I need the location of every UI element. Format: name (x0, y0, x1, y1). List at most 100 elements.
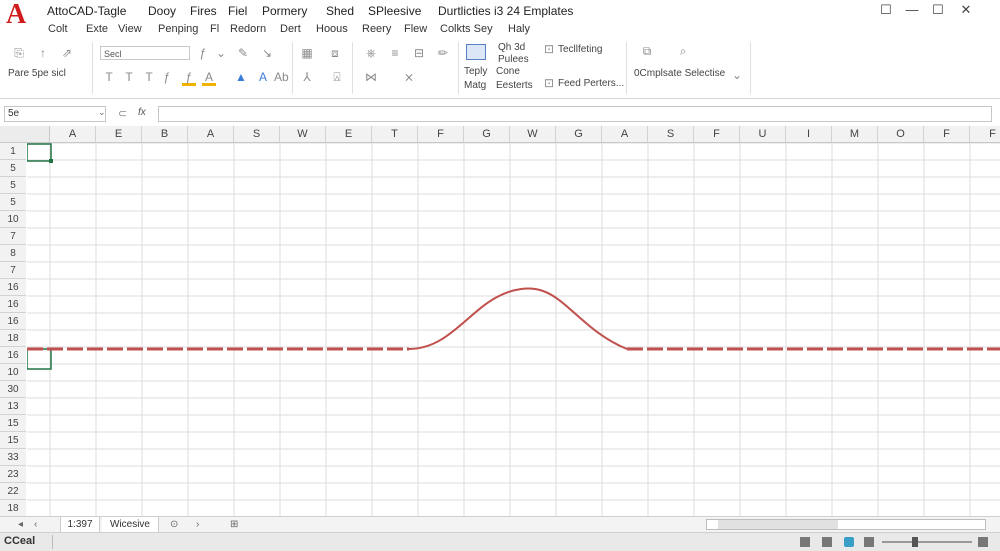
menu-item-fiel[interactable]: Fiel (228, 4, 247, 18)
row-header[interactable]: 10 (0, 364, 26, 381)
complete-selective-dropdown[interactable]: 0Cmplsate Selectise (634, 68, 725, 79)
zoom-slider-handle[interactable] (912, 537, 918, 547)
prev-sheet-icon[interactable]: ‹ (34, 517, 37, 532)
sheet-options-icon[interactable]: ⊞ (230, 517, 238, 532)
column-header[interactable]: S (648, 126, 694, 143)
bold-icon[interactable]: T (102, 70, 116, 84)
first-sheet-icon[interactable]: ◂ (18, 517, 23, 532)
close-button[interactable]: ✕ (958, 2, 974, 18)
upload-icon[interactable]: ↑ (36, 46, 50, 60)
scrollbar-thumb[interactable] (718, 520, 838, 529)
column-header[interactable]: O (878, 126, 924, 143)
column-header[interactable]: A (50, 126, 96, 143)
chevron-down-icon[interactable]: ⌄ (730, 68, 744, 82)
style-label-teply[interactable]: Teply (464, 66, 487, 77)
eesterts-label[interactable]: Eesterts (496, 80, 533, 91)
menu-item-templates[interactable]: Durtlicties i3 24 Emplates (438, 4, 573, 18)
sheet-tab-1[interactable]: 1:397 (60, 517, 100, 532)
menu-item-colkts-sey[interactable]: Colkts Sey (440, 23, 493, 35)
normal-view-icon[interactable] (800, 537, 810, 547)
strike-icon[interactable]: ƒ (160, 70, 174, 84)
text-icon[interactable]: A (256, 70, 270, 84)
menu-item-view[interactable]: View (118, 23, 142, 35)
menu-item-reery[interactable]: Reery (362, 23, 391, 35)
highlight-color-icon[interactable]: ƒ (182, 70, 196, 86)
row-header[interactable]: 7 (0, 262, 26, 279)
page-layout-icon[interactable] (822, 537, 832, 547)
chevron-down-icon[interactable]: ⌄ (98, 107, 106, 118)
cone-label[interactable]: Cone (496, 66, 520, 77)
menu-item-shed[interactable]: Shed (326, 4, 354, 18)
row-header[interactable]: 10 (0, 211, 26, 228)
add-sheet-icon[interactable]: ⊙ (170, 517, 178, 532)
feed-perters-label[interactable]: Feed Perters... (558, 78, 624, 89)
column-header[interactable]: A (188, 126, 234, 143)
font-size-icon[interactable]: ƒ (196, 46, 210, 60)
formula-input[interactable] (158, 106, 992, 122)
layout-icon[interactable]: ⧈ (328, 46, 342, 60)
align-icon[interactable]: ▲ (234, 70, 248, 84)
menu-item-redorn[interactable]: Redorn (230, 23, 266, 35)
name-box[interactable]: 5e (4, 106, 106, 122)
row-header[interactable]: 18 (0, 500, 26, 517)
tecllfeting-label[interactable]: Tecllfeting (558, 44, 602, 55)
rows-icon[interactable]: ⊟ (412, 46, 426, 60)
column-header[interactable]: F (694, 126, 740, 143)
format-icon[interactable]: ⍓ (330, 70, 344, 84)
row-header[interactable]: 18 (0, 330, 26, 347)
zoom-in-icon[interactable] (978, 537, 988, 547)
column-header[interactable]: U (740, 126, 786, 143)
row-header[interactable]: 15 (0, 415, 26, 432)
row-header[interactable]: 5 (0, 177, 26, 194)
row-header[interactable]: 30 (0, 381, 26, 398)
pulees-label[interactable]: Pulees (498, 54, 529, 65)
row-header[interactable]: 16 (0, 347, 26, 364)
row-header[interactable]: 23 (0, 466, 26, 483)
transform-icon[interactable]: ⨯ (402, 70, 416, 84)
style-label-matg[interactable]: Matg (464, 80, 486, 91)
function-icon[interactable]: fx (138, 107, 146, 118)
menu-item-fl[interactable]: Fl (210, 23, 219, 35)
search-icon[interactable]: ⌕ (676, 44, 690, 58)
next-sheet-icon[interactable]: › (196, 517, 199, 532)
menu-item-colt[interactable]: Colt (48, 23, 68, 35)
zoom-slider[interactable] (882, 541, 972, 543)
checklist-icon[interactable]: ⊡ (542, 42, 556, 56)
align-justify-icon[interactable]: ≡ (388, 46, 402, 60)
menu-item-flew[interactable]: Flew (404, 23, 427, 35)
row-header[interactable]: 5 (0, 160, 26, 177)
paste-special-label[interactable]: Pare 5pe sicl (8, 68, 66, 79)
column-header[interactable]: S (234, 126, 280, 143)
pen-icon[interactable]: ✏ (436, 46, 450, 60)
column-header[interactable]: G (556, 126, 602, 143)
row-header[interactable]: 13 (0, 398, 26, 415)
copy-icon[interactable]: ⧉ (640, 44, 654, 58)
align-left-icon[interactable]: ⎈ (364, 46, 378, 60)
column-header[interactable]: B (142, 126, 188, 143)
column-header[interactable]: M (832, 126, 878, 143)
menu-item-spleesive[interactable]: SPleesive (368, 4, 421, 18)
row-header[interactable]: 22 (0, 483, 26, 500)
column-header[interactable]: T (372, 126, 418, 143)
menu-item-dert[interactable]: Dert (280, 23, 301, 35)
qh-label[interactable]: Qh 3d (498, 42, 525, 53)
share-icon[interactable]: ⇗ (60, 46, 74, 60)
cell-area[interactable] (27, 143, 1000, 516)
row-header[interactable]: 15 (0, 432, 26, 449)
grid-icon[interactable]: ▦ (300, 46, 314, 60)
menu-item-fires[interactable]: Fires (190, 4, 217, 18)
column-header[interactable]: F (924, 126, 970, 143)
column-header[interactable]: E (326, 126, 372, 143)
row-header[interactable]: 7 (0, 228, 26, 245)
cancel-icon[interactable]: ⊂ (118, 107, 127, 120)
sheet-tab-2[interactable]: Wicesive (102, 517, 159, 532)
restore-icon[interactable]: ☐ (878, 2, 894, 18)
paste-icon[interactable]: ⎘ (12, 46, 26, 60)
brush-icon[interactable]: ✎ (236, 46, 250, 60)
menu-item-hoous[interactable]: Hoous (316, 23, 348, 35)
minimize-button[interactable]: — (904, 2, 920, 18)
column-header[interactable]: A (602, 126, 648, 143)
row-header[interactable]: 16 (0, 296, 26, 313)
column-header[interactable]: I (786, 126, 832, 143)
menu-item-dooy[interactable]: Dooy (148, 4, 176, 18)
